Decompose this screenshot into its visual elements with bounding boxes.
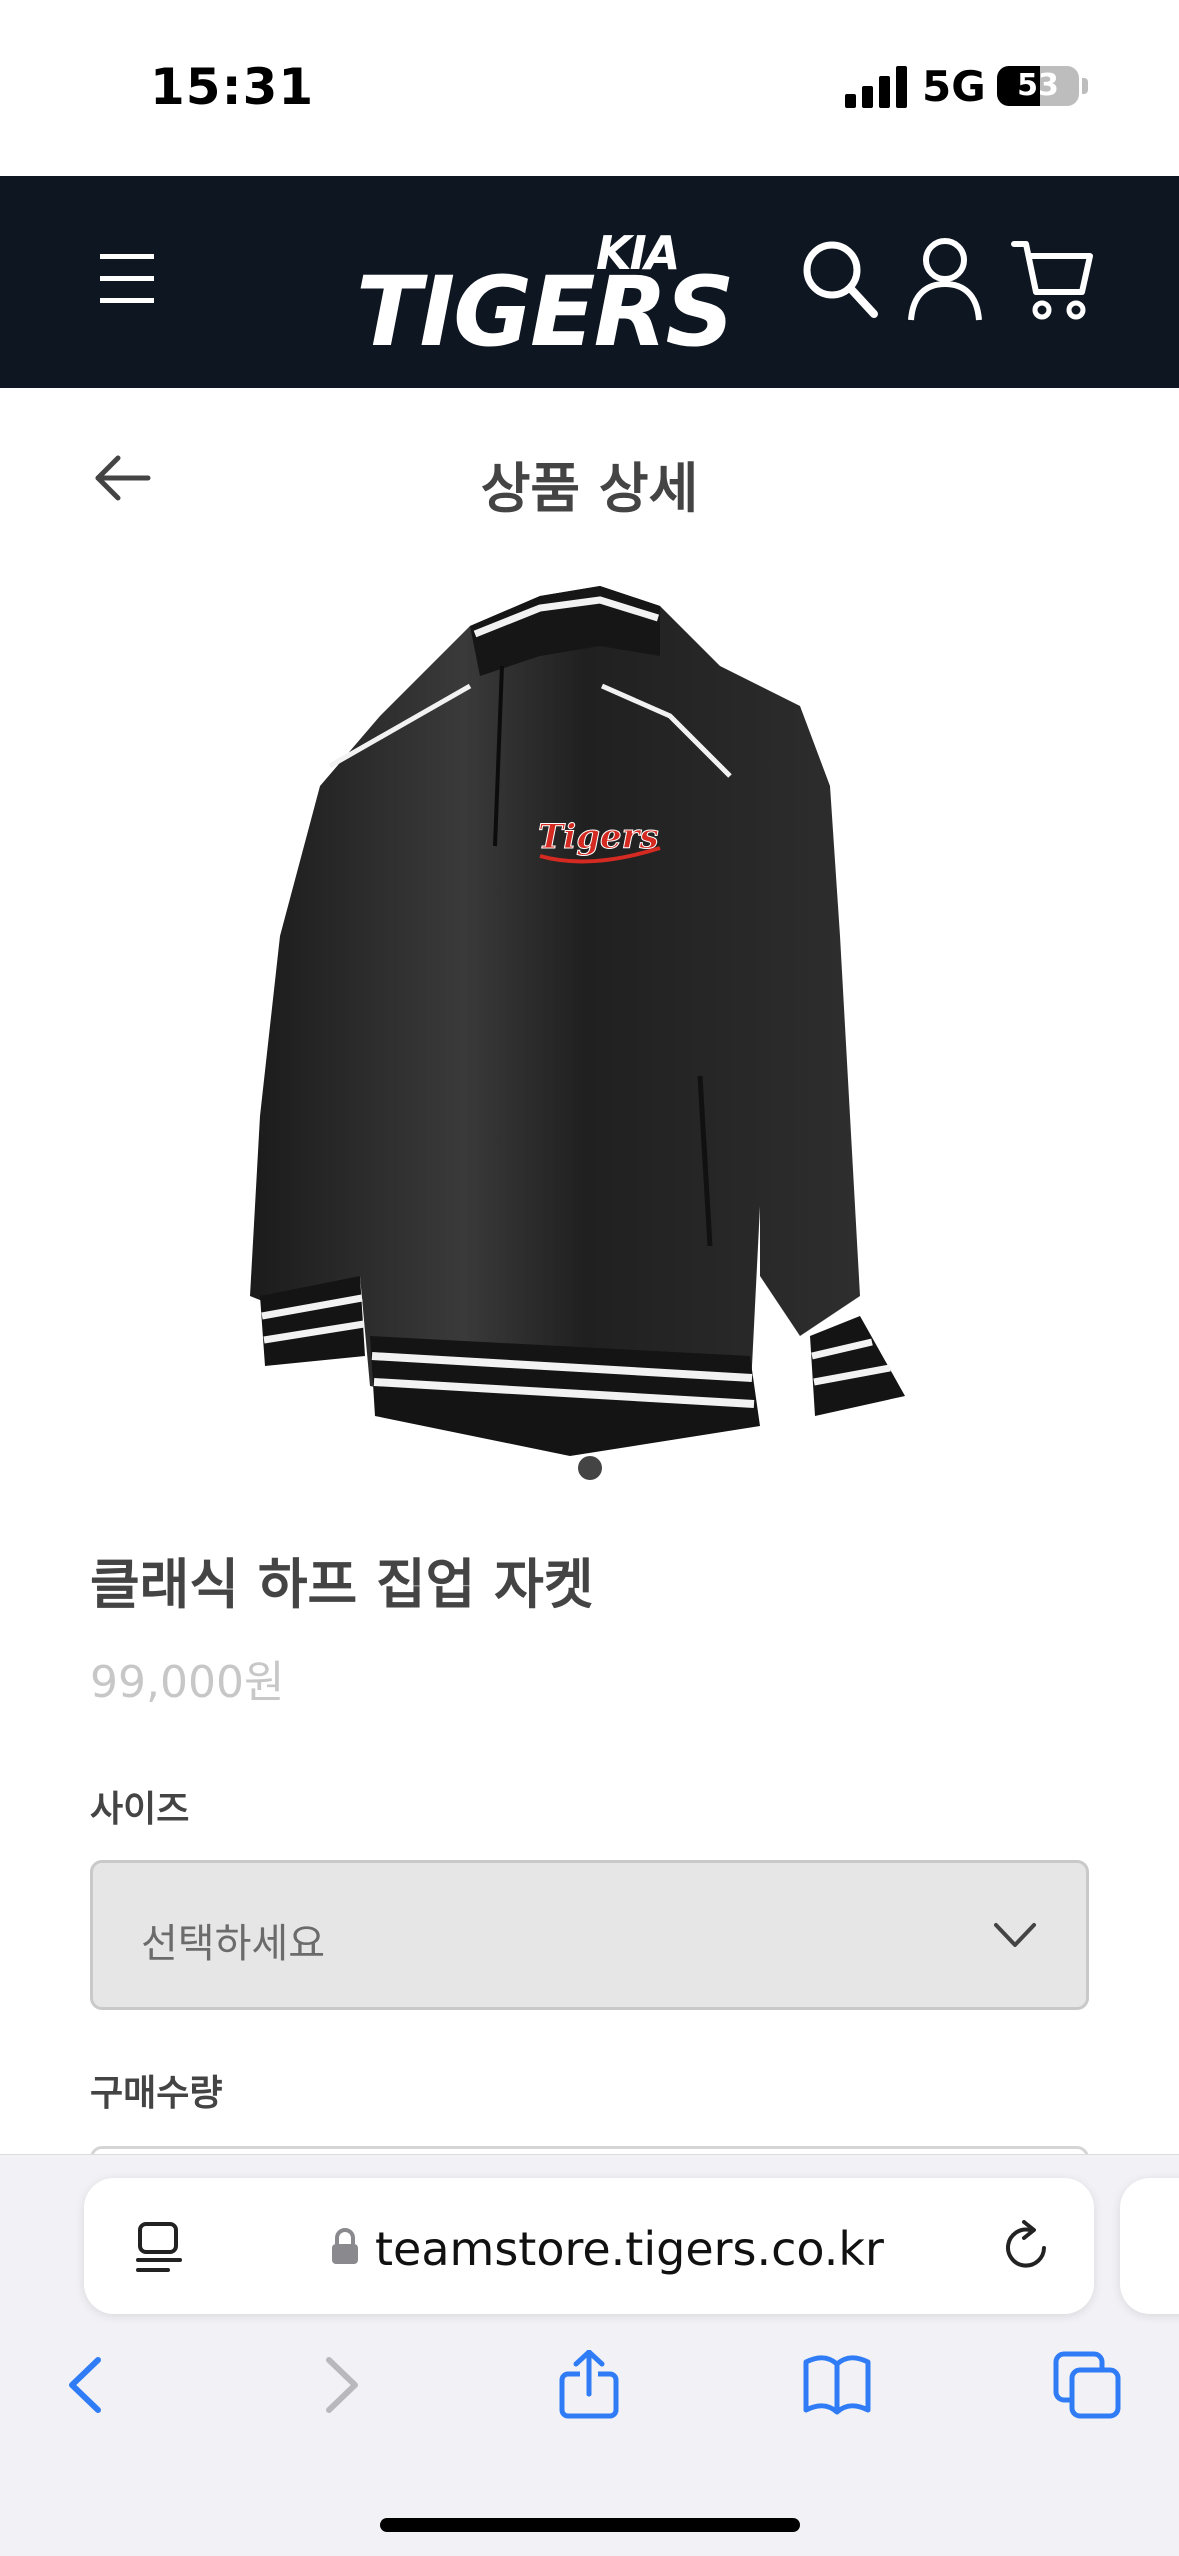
reload-icon[interactable] [1000,2218,1056,2274]
share-icon[interactable] [554,2350,624,2420]
product-name: 클래식 하프 집업 자켓 [90,1553,594,1616]
user-icon[interactable] [905,236,985,322]
status-time: 15:31 [150,58,315,116]
menu-icon[interactable] [98,248,158,310]
battery-icon: 53 [997,66,1079,106]
product-logo-text: Tigers [538,817,659,857]
url-text[interactable]: teamstore.tigers.co.kr [375,2222,884,2276]
product-image[interactable]: Tigers [240,556,940,1516]
battery-percent: 53 [1017,68,1059,103]
brand-tigers-text: TIGERS [356,256,735,368]
site-header: KIA TIGERS [0,176,1179,388]
size-label: 사이즈 [90,1789,190,1830]
search-icon[interactable] [800,238,880,320]
page-title: 상품 상세 [480,457,699,520]
lock-icon [332,2228,358,2264]
cart-icon[interactable] [1010,236,1094,322]
status-bar: 15:31 5G 53 [0,0,1179,176]
forward-icon[interactable] [305,2350,375,2420]
size-select-value: 선택하세요 [141,1921,325,1967]
chevron-down-icon [994,1923,1036,1947]
quantity-label: 구매수량 [90,2073,223,2114]
battery-nub [1082,78,1088,94]
product-price: 99,000원 [90,1657,285,1708]
network-type: 5G [922,62,986,111]
next-tab-preview[interactable] [1120,2178,1179,2314]
brand-logo[interactable]: KIA TIGERS [356,226,735,368]
bookmarks-icon[interactable] [802,2350,872,2420]
size-select[interactable]: 선택하세요 [90,1860,1089,2010]
home-indicator [380,2518,800,2532]
page-menu-icon[interactable] [134,2220,184,2274]
signal-icon [845,64,907,108]
back-icon[interactable] [52,2350,122,2420]
tabs-icon[interactable] [1052,2350,1122,2420]
carousel-dot-active[interactable] [578,1456,602,1480]
